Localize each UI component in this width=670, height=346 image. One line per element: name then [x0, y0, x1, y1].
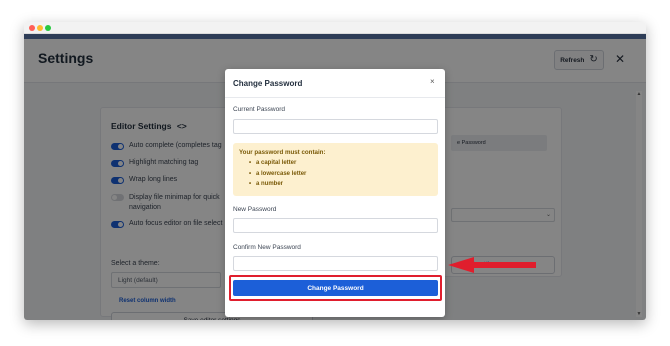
new-password-input[interactable] — [233, 218, 438, 233]
settings-app: Settings Refresh ↻ ✕ ▲ ▼ Editor Settings… — [24, 39, 646, 320]
maximize-window-dot[interactable] — [45, 25, 51, 31]
close-window-dot[interactable] — [29, 25, 35, 31]
current-password-input[interactable] — [233, 119, 438, 134]
screenshot-stage: Settings Refresh ↻ ✕ ▲ ▼ Editor Settings… — [0, 0, 670, 346]
highlight-box — [229, 275, 442, 301]
modal-title: Change Password — [233, 79, 303, 88]
window-titlebar — [24, 22, 646, 34]
confirm-password-input[interactable] — [233, 256, 438, 271]
requirement-item: a capital letter — [239, 158, 432, 169]
close-icon[interactable]: × — [430, 77, 435, 86]
confirm-password-label: Confirm New Password — [233, 244, 301, 251]
new-password-label: New Password — [233, 206, 277, 213]
red-arrow-icon — [448, 257, 536, 273]
browser-window: Settings Refresh ↻ ✕ ▲ ▼ Editor Settings… — [24, 22, 646, 320]
modal-header: Change Password × — [225, 69, 445, 98]
current-password-label: Current Password — [233, 106, 286, 113]
requirements-title: Your password must contain: — [239, 149, 326, 156]
change-password-modal: Change Password × Current Password Your … — [225, 69, 445, 317]
requirement-item: a lowercase letter — [239, 169, 432, 180]
password-requirements-box: Your password must contain: a capital le… — [233, 143, 438, 196]
minimize-window-dot[interactable] — [37, 25, 43, 31]
requirement-item: a number — [239, 179, 432, 190]
